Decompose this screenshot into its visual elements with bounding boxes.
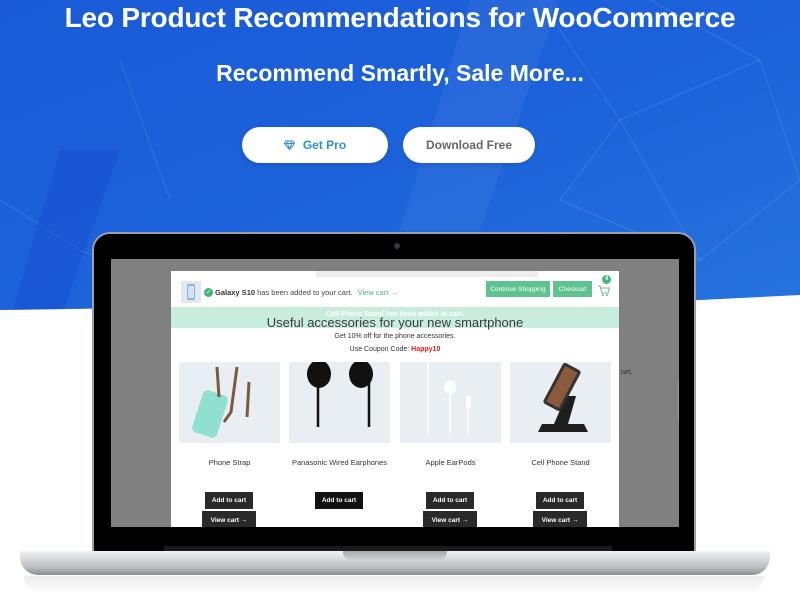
product-card: Phone Strap Add to cart View cart →	[179, 362, 280, 527]
check-circle-icon: ✓	[204, 287, 213, 297]
popup-scrollbar[interactable]	[678, 381, 679, 421]
checkout-button[interactable]: Checkout	[553, 281, 592, 297]
product-card: Cell Phone Stand Add to cart View cart →	[510, 362, 611, 527]
cart-popup: ✓ Galaxy S10 has been added to your cart…	[171, 271, 679, 527]
camera-icon	[394, 243, 400, 249]
notice-product-name: Galaxy S10	[215, 287, 256, 297]
view-cart-link[interactable]: View cart →	[358, 288, 398, 297]
product-name[interactable]: Cell Phone Stand	[510, 458, 611, 467]
added-to-cart-notice: ✓ Galaxy S10 has been added to your cart…	[171, 277, 619, 307]
notice-message: Galaxy S10 has been added to your cart.	[215, 288, 353, 297]
diamond-icon	[283, 140, 295, 150]
view-cart-button[interactable]: View cart →	[202, 511, 256, 527]
download-free-label: Download Free	[425, 138, 512, 152]
phone-strap-image	[192, 366, 251, 438]
get-pro-button[interactable]: Get Pro	[242, 127, 388, 163]
product-name[interactable]: Apple EarPods	[400, 458, 501, 467]
product-image[interactable]	[289, 362, 390, 443]
earpods-image	[427, 362, 471, 434]
product-card: Apple EarPods Add to cart View cart →	[400, 362, 501, 527]
earphones-image	[307, 362, 373, 427]
cart-count-badge: 4	[602, 275, 611, 284]
page-subtitle: Recommend Smartly, Sale More...	[216, 60, 584, 86]
add-to-cart-button[interactable]: Add to cart	[205, 492, 253, 509]
view-cart-button[interactable]: View cart →	[423, 511, 477, 527]
product-card: Panasonic Wired Earphones Add to cart	[289, 362, 390, 527]
get-pro-label: Get Pro	[302, 138, 347, 152]
laptop-notch	[343, 551, 447, 560]
coupon-line: Use Coupon Code: Happy10	[171, 346, 619, 353]
view-cart-button[interactable]: View cart →	[533, 511, 587, 527]
download-free-button[interactable]: Download Free	[403, 127, 535, 163]
background-text: net,	[621, 369, 633, 376]
laptop-screen: net, ✓ Galaxy S10 has been added to your…	[111, 259, 679, 527]
notice-text: has been added to your cart.	[257, 287, 353, 297]
add-to-cart-button[interactable]: Add to cart	[426, 492, 474, 509]
product-name[interactable]: Panasonic Wired Earphones	[289, 458, 390, 467]
coupon-label: Use Coupon Code:	[349, 346, 410, 353]
discount-description: Get 10% off for the phone accessories.	[334, 333, 456, 340]
product-image[interactable]	[400, 362, 501, 443]
product-image[interactable]	[179, 362, 280, 443]
laptop-reflection	[24, 576, 764, 594]
phone-image	[187, 284, 195, 300]
product-name[interactable]: Phone Strap	[179, 458, 280, 467]
product-grid: Phone Strap Add to cart View cart → Pana…	[179, 362, 611, 527]
continue-shopping-button[interactable]: Continue Shopping	[486, 281, 550, 297]
coupon-code: Happy10	[411, 346, 441, 353]
product-image[interactable]	[510, 362, 611, 443]
add-to-cart-button[interactable]: Add to cart	[536, 492, 584, 509]
page-title: Leo Product Recommendations for WooComme…	[64, 2, 736, 33]
add-to-cart-button[interactable]: Add to cart	[315, 492, 363, 509]
product-thumbnail	[181, 281, 201, 303]
recommendations-heading: Useful accessories for your new smartpho…	[266, 315, 524, 330]
phone-stand-image	[538, 363, 588, 432]
